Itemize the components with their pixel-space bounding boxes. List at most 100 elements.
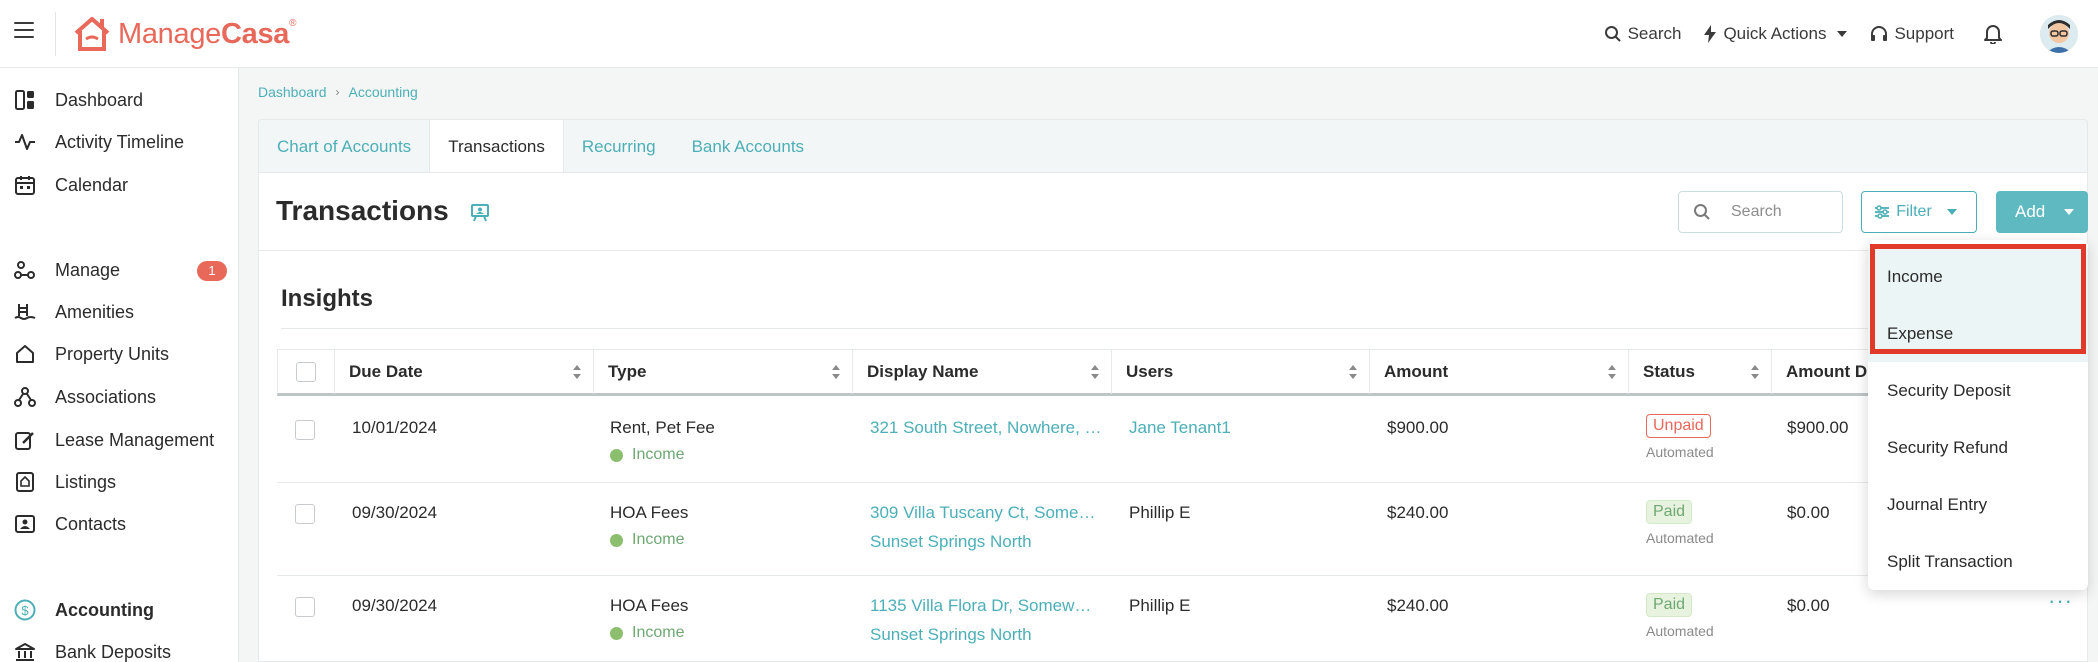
due-date-cell: 10/01/2024 [352,418,438,437]
presentation-icon[interactable] [470,202,490,227]
due-date-cell: 09/30/2024 [352,503,438,522]
caret-down-icon [1837,31,1848,37]
add-dropdown-menu: Income Expense Security Deposit Security… [1868,240,2088,590]
table-row[interactable]: 10/01/2024 Rent, Pet Fee Income 321 Sout… [277,396,2087,483]
column-due-date[interactable]: Due Date [335,350,594,394]
user-cell: Phillip E [1129,503,1191,522]
sidebar-item-contacts[interactable]: Contacts [14,509,229,539]
column-status[interactable]: Status [1629,350,1772,394]
search-field[interactable] [1678,191,1843,233]
table-header: Due Date Type Display Name Users Amount … [277,349,2087,396]
sidebar-item-amenities[interactable]: Amenities [14,297,229,327]
column-users[interactable]: Users [1112,350,1370,394]
table-row[interactable]: 09/30/2024 HOA Fees Income 309 Villa Tus… [277,483,2087,576]
breadcrumb-dashboard[interactable]: Dashboard [258,84,327,100]
income-dot-icon [610,626,623,640]
tab-recurring[interactable]: Recurring [564,120,674,173]
tab-bank-accounts[interactable]: Bank Accounts [674,120,822,173]
display-name-link[interactable]: 309 Villa Tuscany Ct, Some… [870,503,1096,523]
search-icon [1604,26,1621,42]
table-row[interactable]: 09/30/2024 HOA Fees Income 1135 Villa Fl… [277,576,2087,662]
top-bar: ManageCasa® Search Quick Actions Support [0,0,2098,68]
sidebar-item-bank-deposits[interactable]: Bank Deposits [14,637,229,662]
select-all-checkbox[interactable] [296,362,316,382]
user-avatar[interactable] [2040,15,2078,53]
display-name-link[interactable]: 321 South Street, Nowhere, … [870,418,1102,438]
row-checkbox[interactable] [295,420,315,440]
column-label: Due Date [349,362,423,381]
type-label: HOA Fees [610,503,689,522]
dollar-icon: $ [14,599,36,621]
amenities-icon [14,301,36,323]
select-all-cell [278,350,335,394]
type-cell: Rent, Pet Fee Income [610,418,715,464]
amount-due-cell: $0.00 [1787,503,1830,522]
user-link[interactable]: Jane Tenant1 [1129,418,1231,438]
column-label: Users [1126,362,1174,381]
sidebar-item-dashboard[interactable]: Dashboard [14,85,229,115]
svg-text:$: $ [21,603,29,618]
support-button[interactable]: Support [1870,24,1954,44]
display-name-link[interactable]: 1135 Villa Flora Dr, Somew… [870,596,1091,616]
column-type[interactable]: Type [594,350,853,394]
status-cell: Paid Automated [1646,500,1714,546]
column-amount[interactable]: Amount [1370,350,1629,394]
menu-item-security-refund[interactable]: Security Refund [1868,419,2088,476]
transactions-table: Due Date Type Display Name Users Amount … [277,349,2087,662]
type-cell: HOA Fees Income [610,596,688,642]
status-badge: Paid [1646,593,1693,617]
contacts-icon [14,513,36,535]
column-display-name[interactable]: Display Name [853,350,1112,394]
quick-actions-label: Quick Actions [1723,24,1827,43]
sort-icon [573,365,581,379]
search-icon [1694,204,1710,220]
more-options-icon[interactable]: ··· [2048,588,2073,614]
sidebar-item-listings[interactable]: Listings [14,467,229,497]
house-logo-icon [74,17,110,51]
menu-item-journal-entry[interactable]: Journal Entry [1868,476,2088,533]
add-button[interactable]: Add [1996,191,2088,233]
sidebar-item-label: Calendar [55,174,129,195]
search-button[interactable]: Search [1604,24,1681,44]
notifications-button[interactable] [1984,24,2008,44]
filter-button[interactable]: Filter [1861,191,1977,233]
menu-item-expense[interactable]: Expense [1868,305,2088,362]
menu-item-split-transaction[interactable]: Split Transaction [1868,533,2088,590]
sidebar-item-accounting[interactable]: $ Accounting [14,595,229,625]
sidebar-item-lease-management[interactable]: Lease Management [14,425,229,455]
quick-actions-button[interactable]: Quick Actions [1703,24,1848,44]
amount-cell: $240.00 [1387,596,1449,615]
menu-item-income[interactable]: Income [1868,248,2088,305]
sidebar-item-label: Dashboard [55,89,144,110]
row-checkbox[interactable] [295,504,315,524]
menu-item-security-deposit[interactable]: Security Deposit [1868,362,2088,419]
sidebar-item-property-units[interactable]: Property Units [14,339,229,369]
page-title: Transactions [276,195,449,226]
amount-due-cell: $900.00 [1787,418,1849,437]
sidebar-item-label: Property Units [55,343,170,364]
tab-chart-of-accounts[interactable]: Chart of Accounts [259,120,429,173]
search-input[interactable] [1731,203,1831,221]
sidebar-item-label: Lease Management [55,429,215,450]
sidebar-item-associations[interactable]: Associations [14,382,229,412]
breadcrumb-accounting[interactable]: Accounting [349,84,418,100]
sidebar-item-manage[interactable]: Manage 1 [14,255,229,285]
filter-label: Filter [1896,203,1932,220]
insights-heading[interactable]: Insights [281,285,373,313]
type-label: HOA Fees [610,596,689,615]
sort-icon [1751,365,1759,379]
row-checkbox[interactable] [295,597,315,617]
sidebar-item-activity-timeline[interactable]: Activity Timeline [14,127,229,157]
add-label: Add [2015,202,2046,221]
lightning-icon [1704,25,1717,43]
logo[interactable]: ManageCasa® [72,12,297,56]
association-link[interactable]: Sunset Springs North [870,532,1096,552]
support-label: Support [1894,24,1954,43]
user-cell: Phillip E [1129,596,1191,615]
category-label: Income [632,446,685,463]
bank-icon [14,641,36,662]
menu-icon[interactable] [14,22,34,38]
association-link[interactable]: Sunset Springs North [870,625,1091,645]
tab-transactions[interactable]: Transactions [429,120,564,173]
sidebar-item-calendar[interactable]: Calendar [14,170,229,200]
